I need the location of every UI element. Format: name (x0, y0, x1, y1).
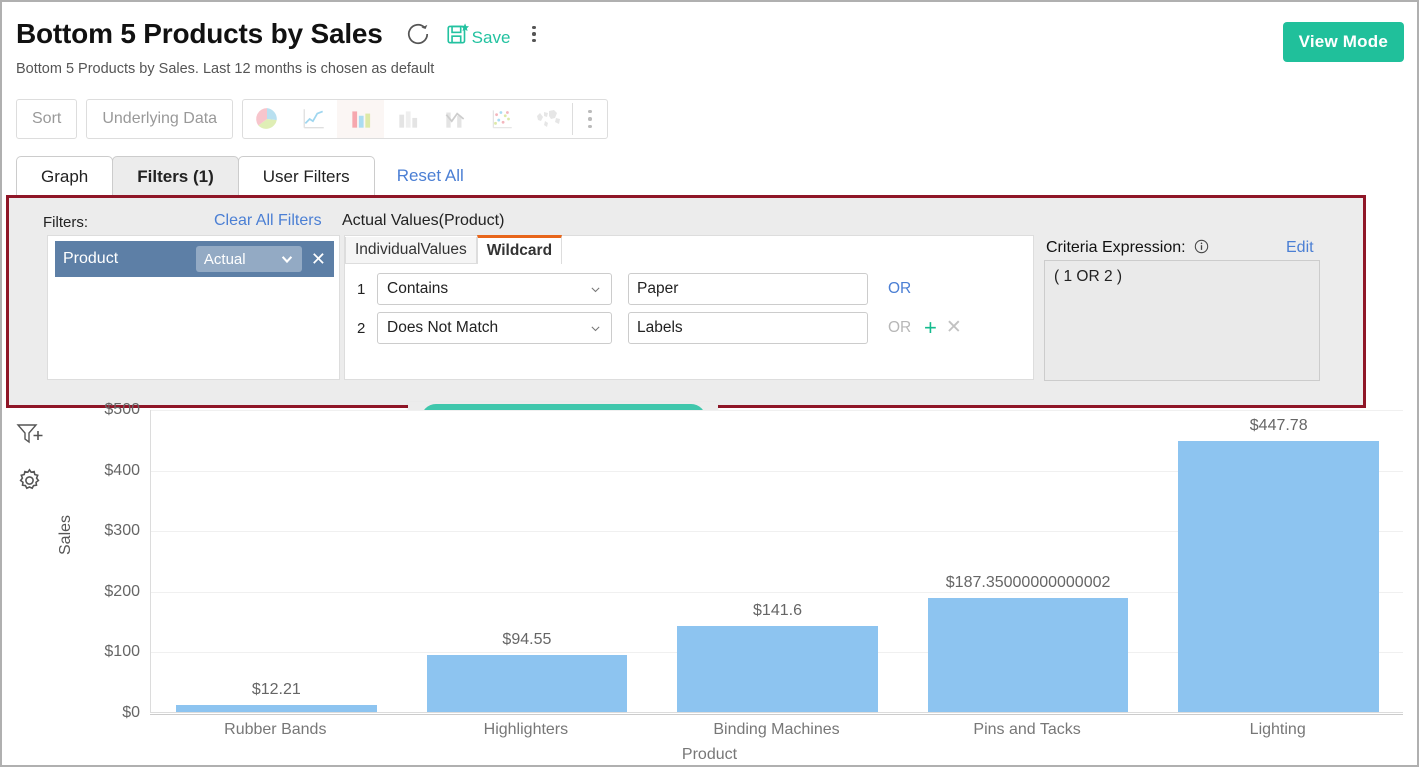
chart-side-icons (16, 422, 46, 499)
criteria-expression-label: Criteria Expression: (1046, 239, 1209, 259)
conjunction-2: OR (888, 319, 914, 337)
clear-all-filters-link[interactable]: Clear All Filters (214, 212, 322, 230)
wildcard-row: 1 Contains OR (357, 273, 1033, 305)
underlying-data-button[interactable]: Underlying Data (86, 99, 233, 139)
chart-type-group (242, 99, 608, 139)
filter-chip-product[interactable]: Product Actual ✕ (55, 241, 334, 277)
criteria-edit-link[interactable]: Edit (1286, 239, 1314, 257)
y-axis-tick: $400 (104, 462, 140, 480)
tab-wildcard[interactable]: Wildcard (477, 235, 562, 264)
sort-button[interactable]: Sort (16, 99, 77, 139)
tab-graph[interactable]: Graph (16, 156, 113, 196)
pie-chart-icon[interactable] (243, 100, 290, 138)
info-icon[interactable] (1194, 239, 1209, 259)
close-icon[interactable]: ✕ (946, 318, 962, 338)
row-number: 1 (357, 281, 377, 298)
bar[interactable] (176, 705, 376, 712)
x-axis-tick-label: Lighting (1250, 721, 1306, 739)
plot-area: $12.21 $94.55 $141.6 $187.35000000000002 $44… (150, 410, 1403, 713)
reset-all-link[interactable]: Reset All (397, 156, 464, 196)
bar-value-label: $187.35000000000002 (946, 574, 1111, 592)
wildcard-row: 2 Does Not Match OR + ✕ (357, 312, 1033, 344)
y-axis-tick: $200 (104, 583, 140, 601)
actual-values-label: Actual Values(Product) (342, 212, 504, 230)
filter-mode-value: Actual (204, 251, 246, 268)
row-number: 2 (357, 320, 377, 337)
kebab-menu-icon[interactable] (526, 23, 542, 46)
chart-options-kebab-icon[interactable] (573, 100, 607, 138)
operator-value-1: Contains (387, 280, 448, 298)
criteria-label-text: Criteria Expression: (1046, 239, 1186, 256)
line-chart-icon[interactable] (290, 100, 337, 138)
report-page: Bottom 5 Products by Sales Save (0, 0, 1419, 767)
chevron-down-icon (589, 283, 602, 296)
filters-label: Filters: (43, 214, 88, 231)
conjunction-1[interactable]: OR (888, 280, 914, 298)
wildcard-tab-strip: IndividualValues Wildcard (345, 236, 1033, 264)
view-mode-button[interactable]: View Mode (1283, 22, 1404, 62)
tab-filters[interactable]: Filters (1) (112, 156, 239, 196)
bar[interactable] (677, 626, 877, 712)
page-title: Bottom 5 Products by Sales (16, 19, 383, 49)
y-axis-ticks: $0$100$200$300$400$500 (62, 410, 144, 720)
bar[interactable] (928, 598, 1128, 712)
page-header: Bottom 5 Products by Sales Save (2, 2, 1417, 90)
value-input-2[interactable] (628, 312, 868, 344)
bar-value-label: $94.55 (502, 631, 551, 649)
filter-chip-label: Product (63, 250, 196, 268)
x-axis-tick-label: Rubber Bands (224, 721, 326, 739)
title-row: Bottom 5 Products by Sales Save (16, 19, 542, 49)
filter-mode-dropdown[interactable]: Actual (196, 246, 302, 272)
bar-value-label: $12.21 (252, 681, 301, 699)
bar-value-label: $141.6 (753, 602, 802, 620)
report-toolbar: Sort Underlying Data (16, 99, 608, 139)
filter-list-box: Product Actual ✕ (47, 235, 340, 380)
add-filter-icon[interactable] (16, 422, 46, 453)
refresh-icon[interactable] (405, 21, 431, 47)
x-axis-line (150, 714, 1403, 715)
y-axis-tick: $100 (104, 643, 140, 661)
map-chart-icon[interactable] (525, 100, 572, 138)
y-axis-tick: $300 (104, 522, 140, 540)
value-input-1[interactable] (628, 273, 868, 305)
combo-chart-icon[interactable] (431, 100, 478, 138)
save-star-icon (445, 21, 471, 47)
x-axis-tick-label: Binding Machines (713, 721, 839, 739)
save-label: Save (472, 29, 511, 46)
x-axis-tick-label: Pins and Tacks (973, 721, 1080, 739)
column-chart-icon[interactable] (337, 100, 384, 138)
operator-dropdown-1[interactable]: Contains (377, 273, 612, 305)
gridline (151, 410, 1403, 411)
y-axis-tick: $500 (104, 401, 140, 419)
gear-icon[interactable] (16, 467, 46, 499)
bar-value-label: $447.78 (1250, 417, 1308, 435)
criteria-expression-box[interactable]: ( 1 OR 2 ) (1044, 260, 1320, 381)
chart-container: Sales $0$100$200$300$400$500 $12.21$94.5… (2, 410, 1417, 765)
tab-individual-values[interactable]: IndividualValues (345, 237, 477, 264)
filters-panel: Filters: Clear All Filters Actual Values… (6, 195, 1366, 408)
y-axis-tick: $0 (122, 704, 140, 722)
save-button[interactable]: Save (445, 21, 511, 47)
bar[interactable] (427, 655, 627, 712)
chevron-down-icon (589, 322, 602, 335)
remove-filter-icon[interactable]: ✕ (311, 250, 326, 268)
wildcard-rows: 1 Contains OR 2 Does Not Match OR (345, 264, 1033, 344)
bar-chart-icon[interactable] (384, 100, 431, 138)
plus-icon[interactable]: + (924, 318, 937, 338)
report-tabs: Graph Filters (1) User Filters Reset All (16, 156, 464, 196)
chevron-down-icon (280, 252, 294, 266)
operator-dropdown-2[interactable]: Does Not Match (377, 312, 612, 344)
header-action-icons: Save (405, 21, 542, 47)
page-subtitle: Bottom 5 Products by Sales. Last 12 mont… (16, 61, 434, 77)
wildcard-box: IndividualValues Wildcard 1 Contains OR … (344, 235, 1034, 380)
x-axis-title: Product (682, 746, 737, 764)
tab-user-filters[interactable]: User Filters (238, 156, 375, 196)
operator-value-2: Does Not Match (387, 319, 498, 337)
x-axis-tick-label: Highlighters (484, 721, 568, 739)
scatter-chart-icon[interactable] (478, 100, 525, 138)
bar[interactable] (1178, 441, 1378, 712)
